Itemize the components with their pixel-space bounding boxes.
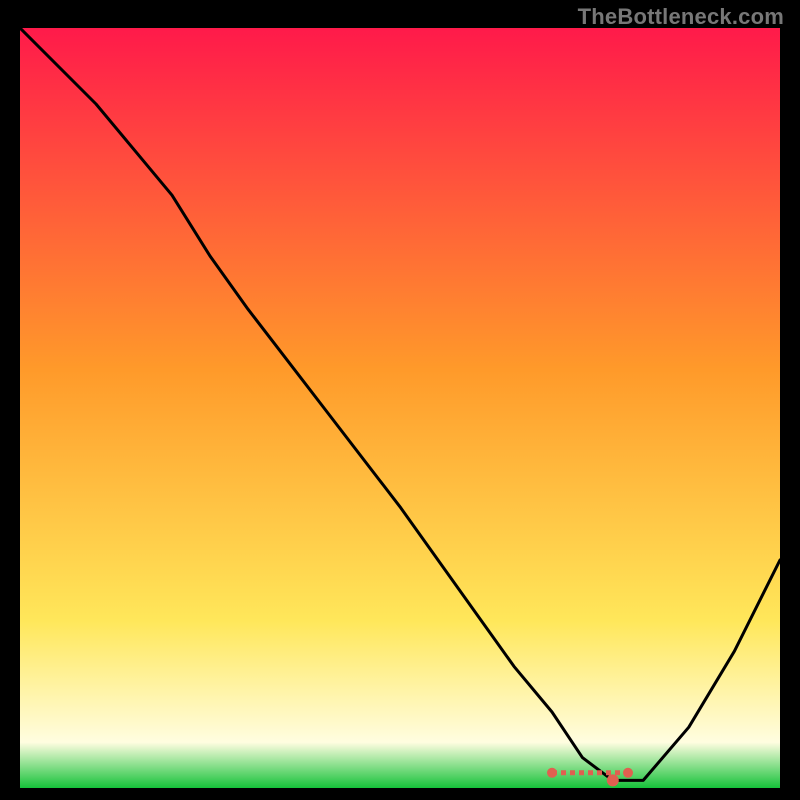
gradient-background xyxy=(20,28,780,788)
range-left-marker xyxy=(547,768,557,778)
plot-svg xyxy=(20,28,780,788)
bottleneck-plot xyxy=(20,28,780,788)
optimum-point-marker xyxy=(607,774,619,786)
chart-frame: TheBottleneck.com xyxy=(0,0,800,800)
range-right-marker xyxy=(623,768,633,778)
watermark-label: TheBottleneck.com xyxy=(578,4,784,30)
